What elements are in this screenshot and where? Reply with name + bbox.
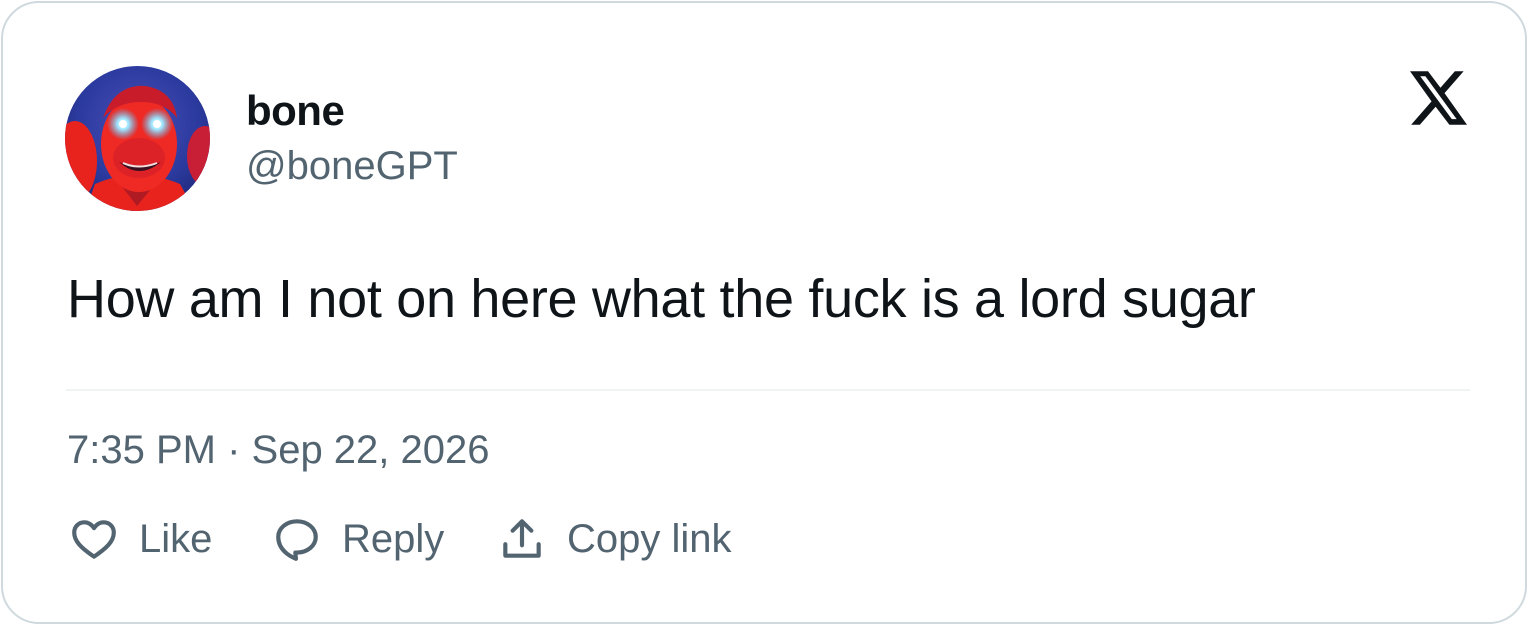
reply-label: Reply xyxy=(342,517,445,561)
like-label: Like xyxy=(139,517,213,561)
tweet-text: How am I not on here what the fuck is a … xyxy=(67,269,1256,329)
heart-icon xyxy=(69,514,119,564)
share-upload-icon xyxy=(497,514,547,564)
copy-link-label: Copy link xyxy=(567,517,732,561)
divider xyxy=(66,389,1470,391)
user-handle[interactable]: @boneGPT xyxy=(246,143,458,189)
display-name[interactable]: bone xyxy=(246,87,345,135)
speech-bubble-icon xyxy=(272,514,322,564)
x-logo-icon[interactable] xyxy=(1410,71,1467,125)
reply-button[interactable]: Reply xyxy=(272,511,444,567)
tweet-timestamp[interactable]: 7:35 PM · Sep 22, 2026 xyxy=(67,427,490,473)
tweet-card: bone @boneGPT How am I not on here what … xyxy=(1,1,1527,624)
copy-link-button[interactable]: Copy link xyxy=(497,511,732,567)
like-button[interactable]: Like xyxy=(69,511,212,567)
avatar[interactable] xyxy=(65,66,210,211)
